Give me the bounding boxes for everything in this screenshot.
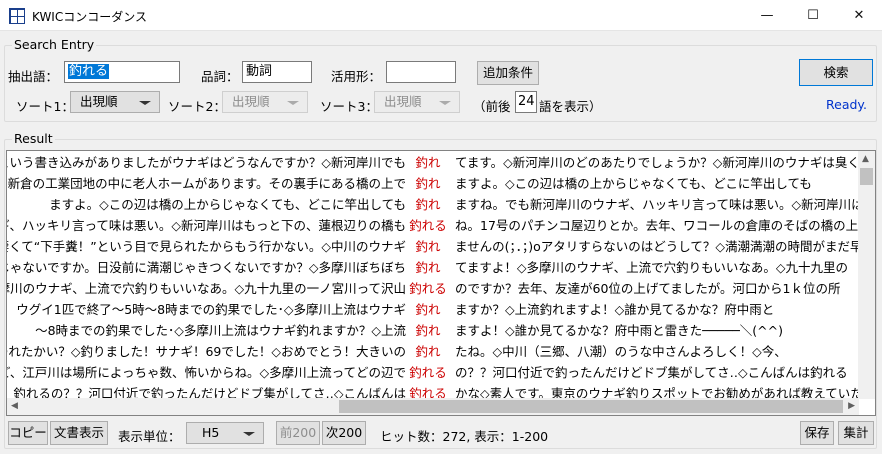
scroll-up-icon[interactable]: ▲ [862, 154, 869, 164]
kwic-row[interactable]: 岸ウナギ、ハッキリ言って味は悪い。◇新河岸川はもっと下の、蓮根辺りの橋も釣れるね… [7, 216, 875, 236]
kwic-left-context: ただけど、江戸川は場所によっちゃ数、怖いからね。◇多摩川上流ってどの辺で [7, 365, 406, 380]
sort3-label: ソート3： [320, 99, 378, 114]
kwic-right-context: ますよ。◇この辺は橋の上からじゃなくても、どこに竿出しても [455, 176, 812, 191]
context-words-input[interactable]: 24 [515, 91, 537, 113]
kwic-right-context: ますよ！◇誰か見てるかな？府中雨と雷きた─────＼(^^) [455, 323, 783, 338]
vertical-scrollbar[interactable]: ▲ [858, 151, 875, 399]
scroll-right-icon[interactable]: ▶ [848, 401, 855, 411]
search-entry-legend: Search Entry [12, 37, 97, 52]
kwic-keyword: 釣れ [415, 155, 441, 170]
sort1-label: ソート1： [16, 99, 74, 114]
sort2-dropdown[interactable]: 出現順 [222, 91, 308, 113]
kwic-right-context: ますか？◇上流釣れますよ！◇誰か見てるかな？府中雨と [455, 302, 775, 317]
sort1-value: 出現順 [80, 94, 118, 109]
result-legend: Result [12, 131, 55, 146]
aggregate-button[interactable]: 集計 [838, 421, 874, 445]
prev-200-button[interactable]: 前200 [276, 421, 320, 445]
kwic-row[interactable]: 光市新倉の工業団地の中に老人ホームがあります。その裏手にある橋の上で 釣れ ますよ。… [7, 174, 859, 194]
maximize-button[interactable]: ☐ [790, 0, 836, 31]
window-title: KWICコンコーダンス [32, 10, 147, 24]
kwic-right-context: てます。◇新河岸川のどのあたりでしょうか？◇新河岸川のウナギは臭くないですか？ [455, 155, 875, 170]
kwic-row[interactable]: 思いんじゃないですか。日没前に満潮じゃきつくないですか？◇多摩川ぼちぼち釣れてま… [7, 258, 859, 278]
kwic-right-context: のですか？去年、友達が60位の上げてましたが。河口から1ｋ位の所 [455, 281, 841, 296]
extract-word-value: 釣れる [68, 64, 110, 79]
horizontal-scroll-thumb[interactable] [339, 400, 843, 413]
kwic-keyword: 釣れ [415, 323, 441, 338]
horizontal-scrollbar[interactable]: ◀ ▶ [7, 398, 859, 415]
scroll-left-icon[interactable]: ◀ [11, 401, 18, 411]
kwic-row[interactable]: 多摩川のウナギ、上流で穴釣りもいいなあ。◇九十九里の一ノ宮川って沢山 釣れる のです… [7, 279, 859, 299]
chevron-down-icon [139, 101, 151, 105]
search-button[interactable]: 検索 [799, 59, 873, 86]
kwic-right-context: ね。17号のパチンコ屋辺りとか。去年、ワコールの倉庫のそばの橋の上からやって [455, 218, 876, 233]
kwic-row[interactable]: も凄くて“下手糞！”という目で見られたからもう行かない。◇中川のウナギ 釣れ ません… [6, 237, 875, 257]
kwic-right-context: の？？河口付近で釣ったんだけどドブ集がしてさ‥◇こんばんは釣れる [455, 365, 848, 380]
kwic-left-context: 光市新倉の工業団地の中に老人ホームがあります。その裏手にある橋の上で [6, 176, 406, 191]
kwic-keyword: 釣れ [415, 197, 441, 212]
save-button[interactable]: 保存 [800, 421, 834, 445]
sort2-label: ソート2： [168, 99, 226, 114]
kwic-row[interactable]: ウグイ1匹で終了～5時～8時までの釣果でした･◇多摩川上流はウナギ 釣れ ますか？◇… [7, 300, 859, 320]
document-view-button[interactable]: 文書表示 [50, 421, 108, 445]
kwic-row[interactable]: ～8時までの釣果でした･◇多摩川上流はウナギ釣れますか？◇上流 釣れ ますよ！◇誰か… [7, 321, 859, 341]
pos-label: 品詞： [201, 69, 239, 84]
sort2-value: 出現順 [232, 94, 270, 109]
app-icon [9, 8, 25, 24]
kwic-left-context: も凄くて“下手糞！”という目で見られたからもう行かない。◇中川のウナギ [6, 239, 406, 254]
close-button[interactable]: ✕ [836, 0, 882, 31]
sort3-value: 出現順 [384, 94, 422, 109]
kwic-keyword: 釣れる [409, 218, 447, 233]
chevron-down-icon [439, 101, 451, 105]
kwic-keyword: 釣れ [415, 176, 441, 191]
kwic-keyword: 釣れ [415, 302, 441, 317]
kwic-row[interactable]: ぎ釣れないという書き込みがありましたがウナギはどうなんですか？◇新河岸川でも釣れ… [7, 153, 875, 173]
kwic-right-context: てますよ！◇多摩川のウナギ、上流で穴釣りもいいなあ。◇九十九里の [455, 260, 848, 275]
kwic-left-context: つれたかい？◇釣りました！サナギ！69でした！◇おめでとう！大きいの [6, 344, 406, 359]
kwic-left-context: ～8時までの釣果でした･◇多摩川上流はウナギ釣れますか？◇上流 [35, 323, 406, 338]
kwic-left-context: 多摩川のウナギ、上流で穴釣りもいいなあ。◇九十九里の一ノ宮川って沢山 [6, 281, 406, 296]
kwic-row[interactable]: ますよ。◇この辺は橋の上からじゃなくても、どこに竿出しても 釣れ ますね。でも新河岸… [7, 195, 875, 215]
kwic-row[interactable]: つれたかい？◇釣りました！サナギ！69でした！◇おめでとう！大きいの 釣れ たね。◇… [7, 342, 859, 362]
hit-count-text: ヒット数：272, 表示：1-200 [380, 429, 549, 444]
kwic-row[interactable]: ただけど、江戸川は場所によっちゃ数、怖いからね。◇多摩川上流ってどの辺で釣れるの… [7, 363, 859, 383]
chevron-down-icon [243, 432, 255, 436]
minimize-button[interactable]: — [744, 0, 790, 31]
context-prefix: （前後 [473, 99, 511, 114]
extract-word-input[interactable]: 釣れる [64, 61, 180, 83]
kwic-left-context: 思いんじゃないですか。日没前に満潮じゃきつくないですか？◇多摩川ぼちぼち [7, 260, 406, 275]
kwic-left-context: ぎ釣れないという書き込みがありましたがウナギはどうなんですか？◇新河岸川でも [7, 155, 406, 170]
kwic-right-context: たね。◇中川（三郷、八潮）のうな中さんよろしく！◇今、 [455, 344, 787, 359]
extract-label: 抽出語： [8, 69, 59, 84]
kwic-results-list[interactable]: ぎ釣れないという書き込みがありましたがウナギはどうなんですか？◇新河岸川でも釣れ… [6, 150, 876, 416]
kwic-left-context: ますよ。◇この辺は橋の上からじゃなくても、どこに竿出しても [49, 197, 406, 212]
display-unit-label: 表示単位： [118, 429, 181, 444]
kwic-right-context: ますね。でも新河岸川のウナギ、ハッキリ言って味は悪い。◇新河岸川はもっと下の、 [455, 197, 876, 212]
kwic-keyword: 釣れ [415, 344, 441, 359]
kwic-keyword: 釣れる [409, 281, 447, 296]
pos-input[interactable]: 動詞 [242, 61, 312, 83]
conjugation-label: 活用形： [331, 69, 382, 84]
title-bar: KWICコンコーダンス — ☐ ✕ [0, 0, 882, 31]
display-unit-dropdown[interactable]: H5 [186, 422, 264, 444]
chevron-down-icon [287, 101, 299, 105]
vertical-scroll-thumb[interactable] [860, 168, 873, 185]
display-unit-value: H5 [202, 425, 220, 440]
copy-button[interactable]: コピー [8, 421, 48, 445]
kwic-left-context: 岸ウナギ、ハッキリ言って味は悪い。◇新河岸川はもっと下の、蓮根辺りの橋も [7, 218, 406, 233]
kwic-keyword: 釣れる [409, 365, 447, 380]
context-suffix: 語を表示） [539, 99, 602, 114]
conjugation-input[interactable] [386, 61, 456, 83]
kwic-right-context: ませんの(；．；)oアタリすらないのはどうして？◇満潮満潮の時間がまだ早いの [455, 239, 876, 254]
kwic-keyword: 釣れ [415, 260, 441, 275]
sort3-dropdown[interactable]: 出現順 [374, 91, 460, 113]
kwic-keyword: 釣れ [415, 239, 441, 254]
status-text: Ready. [826, 97, 867, 112]
sort1-dropdown[interactable]: 出現順 [70, 91, 160, 113]
add-condition-button[interactable]: 追加条件 [477, 61, 539, 85]
kwic-left-context: ウグイ1匹で終了～5時～8時までの釣果でした･◇多摩川上流はウナギ [16, 302, 406, 317]
next-200-button[interactable]: 次200 [322, 421, 366, 445]
